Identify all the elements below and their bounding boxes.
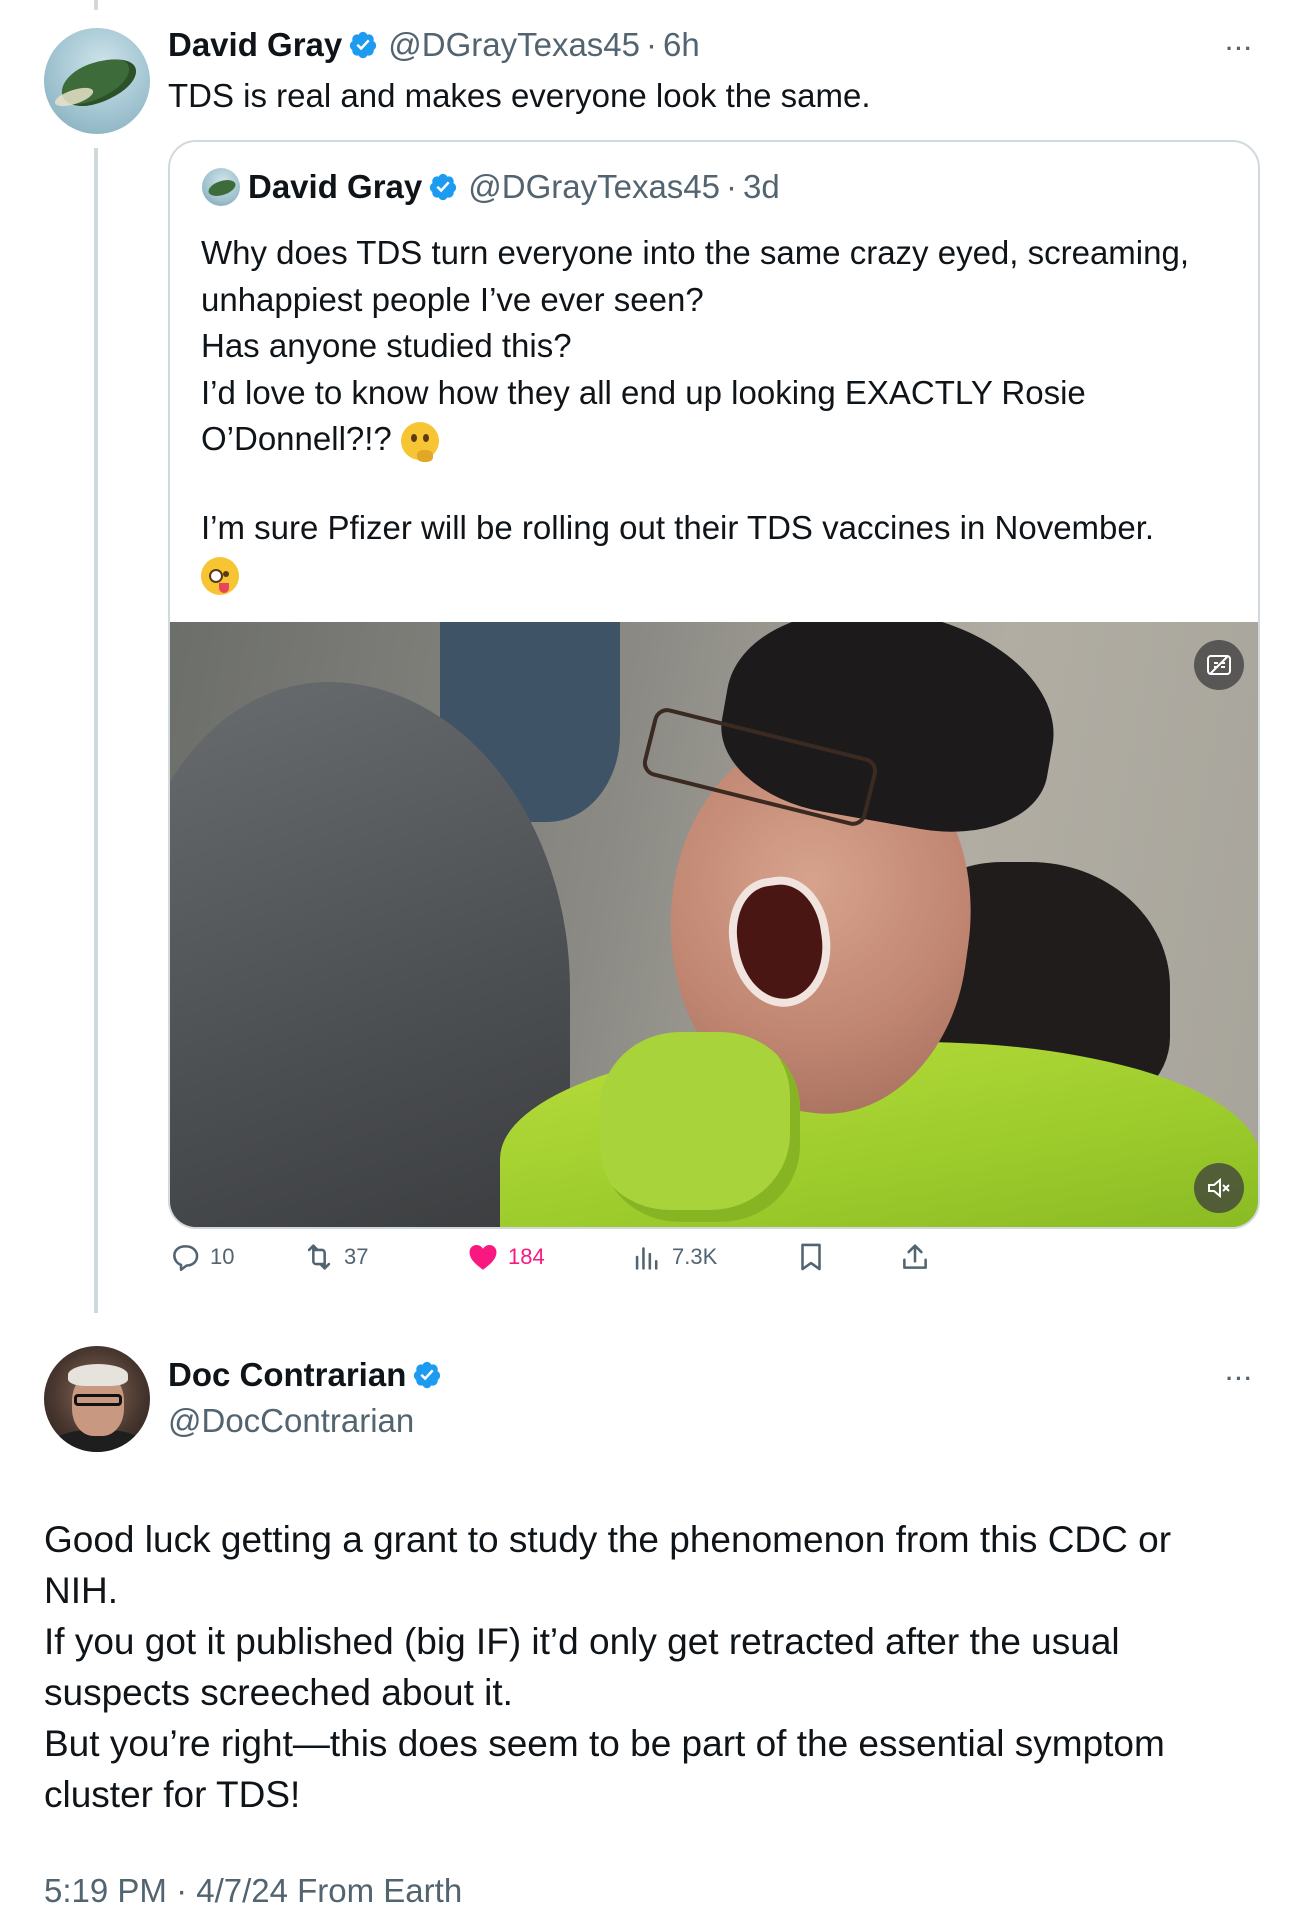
verified-badge-icon xyxy=(350,31,377,59)
separator-dot: · xyxy=(726,168,738,205)
reply-header: Doc Contrarian @DocContrarian xyxy=(168,1356,442,1440)
views-icon xyxy=(635,1247,658,1270)
quoted-line: I’d love to know how they all end up loo… xyxy=(201,373,1086,411)
reply-icon xyxy=(173,1245,199,1272)
quoted-line: I’m sure Pfizer will be rolling out thei… xyxy=(201,508,1155,546)
heart-icon xyxy=(469,1244,497,1270)
captions-icon[interactable] xyxy=(1194,640,1244,690)
tweet-text: TDS is real and makes everyone look the … xyxy=(168,77,871,114)
avatar[interactable] xyxy=(44,28,150,134)
quoted-line: O’Donnell?!? xyxy=(201,420,392,457)
quoted-tweet-header: David Gray @DGrayTexas45 · 3d xyxy=(202,168,780,206)
more-options-icon[interactable]: ··· xyxy=(1226,1366,1254,1392)
thread-line-top xyxy=(94,0,98,10)
share-icon xyxy=(903,1244,927,1269)
mute-icon[interactable] xyxy=(1194,1163,1244,1213)
separator-dot: · xyxy=(646,26,658,63)
reply-text: Good luck getting a grant to study the p… xyxy=(44,1514,1244,1820)
zany-face-icon xyxy=(201,557,239,596)
share-button[interactable] xyxy=(898,1240,932,1274)
author-name[interactable]: David Gray xyxy=(168,26,342,64)
bookmark-button[interactable] xyxy=(794,1240,828,1274)
thinking-face-icon xyxy=(400,422,439,463)
quoted-tweet-card[interactable]: David Gray @DGrayTexas45 · 3d Why does T… xyxy=(168,140,1260,1229)
verified-badge-icon xyxy=(414,1361,441,1389)
author-name[interactable]: Doc Contrarian xyxy=(168,1356,406,1394)
reply-line: suspects screeched about it. xyxy=(44,1672,513,1713)
author-handle[interactable]: @DocContrarian xyxy=(168,1402,442,1440)
author-handle[interactable]: @DGrayTexas45 xyxy=(388,26,640,64)
quoted-avatar[interactable] xyxy=(202,168,240,206)
video-player[interactable] xyxy=(170,622,1258,1227)
quoted-tweet-time[interactable]: 3d xyxy=(743,168,780,206)
tweet-time[interactable]: 6h xyxy=(663,26,700,64)
quoted-line: Why does TDS turn everyone into the same… xyxy=(201,234,1190,271)
bookmark-icon xyxy=(801,1243,821,1271)
repost-count: 37 xyxy=(344,1244,369,1269)
reply-line: If you got it published (big IF) it’d on… xyxy=(44,1621,1120,1662)
quoted-line: unhappiest people I’ve ever seen? xyxy=(201,280,704,318)
views-count: 7.3K xyxy=(672,1244,718,1269)
more-options-icon[interactable]: ··· xyxy=(1226,36,1254,62)
reply-button[interactable]: 10 xyxy=(168,1240,234,1274)
quoted-author-name[interactable]: David Gray xyxy=(248,168,422,206)
verified-badge-icon xyxy=(430,173,457,201)
repost-icon xyxy=(307,1244,331,1270)
reply-count: 10 xyxy=(210,1244,235,1269)
tweet-actions: 10 37 184 7.3K xyxy=(168,1240,1148,1290)
quoted-line: Has anyone studied this? xyxy=(201,327,572,364)
quoted-author-handle[interactable]: @DGrayTexas45 xyxy=(468,168,720,206)
tweet-header: David Gray @DGrayTexas45 · 6h xyxy=(168,26,700,64)
like-count: 184 xyxy=(508,1244,545,1269)
tweet-timestamp[interactable]: 5:19 PM · 4/7/24 From Earth xyxy=(44,1872,462,1910)
reply-line: NIH. xyxy=(44,1570,118,1611)
avatar[interactable] xyxy=(44,1346,150,1452)
quoted-line-with-emoji: O’Donnell?!? xyxy=(201,416,1241,463)
views-button[interactable]: 7.3K xyxy=(630,1240,717,1274)
repost-button[interactable]: 37 xyxy=(302,1240,368,1274)
like-button[interactable]: 184 xyxy=(466,1240,545,1274)
reply-line: cluster for TDS! xyxy=(44,1774,301,1815)
thread-line xyxy=(94,148,98,1313)
quoted-emoji-line xyxy=(201,551,1241,598)
reply-line: But you’re right—this does seem to be pa… xyxy=(44,1723,1165,1764)
reply-line: Good luck getting a grant to study the p… xyxy=(44,1519,1172,1560)
quoted-tweet-text: Why does TDS turn everyone into the same… xyxy=(201,230,1241,598)
